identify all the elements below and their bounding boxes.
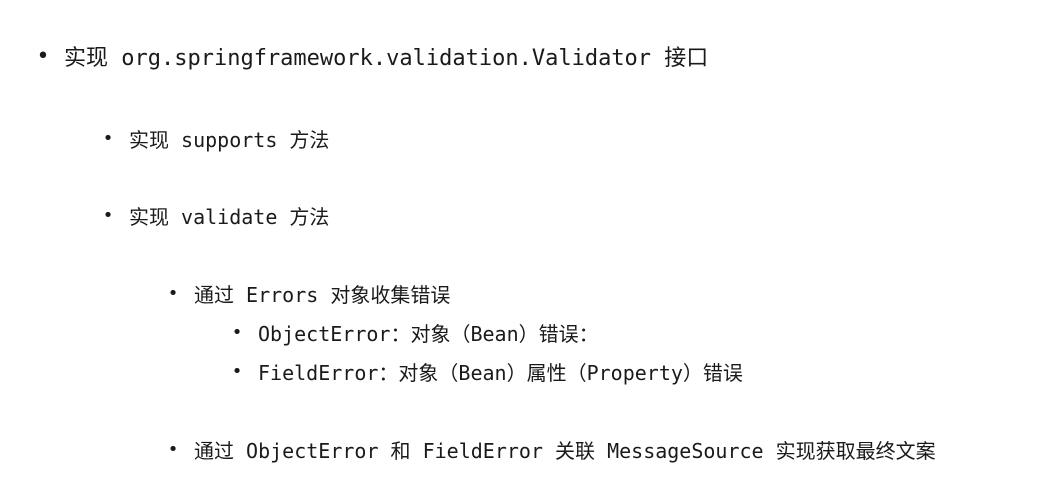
- bullet-icon: •: [167, 283, 179, 304]
- list-item-text: ObjectError：对象（Bean）错误：: [258, 322, 599, 346]
- list-item-text: 实现 validate 方法: [129, 205, 330, 229]
- list-item-text: 通过 Errors 对象收集错误: [194, 283, 451, 307]
- list-item-errors-object: • 通过 Errors 对象收集错误: [160, 279, 451, 308]
- list-item-text: FieldError：对象（Bean）属性（Property）错误: [258, 361, 743, 385]
- list-item-field-error: • FieldError：对象（Bean）属性（Property）错误: [224, 357, 743, 386]
- bullet-icon: •: [231, 361, 243, 382]
- list-item-message-source: • 通过 ObjectError 和 FieldError 关联 Message…: [160, 435, 936, 464]
- bullet-icon: •: [102, 128, 114, 149]
- list-item-validate-method: • 实现 validate 方法: [95, 201, 330, 230]
- bullet-icon: •: [231, 322, 243, 343]
- list-item-text: 实现 org.springframework.validation.Valida…: [64, 46, 709, 71]
- bullet-icon: •: [102, 205, 114, 226]
- list-item-validator-interface: • 实现 org.springframework.validation.Vali…: [30, 40, 709, 72]
- list-item-text: 实现 supports 方法: [129, 128, 330, 152]
- list-item-text: 通过 ObjectError 和 FieldError 关联 MessageSo…: [194, 439, 936, 463]
- list-item-supports-method: • 实现 supports 方法: [95, 124, 330, 153]
- bullet-icon: •: [167, 439, 179, 460]
- bullet-icon: •: [36, 43, 50, 69]
- list-item-object-error: • ObjectError：对象（Bean）错误：: [224, 318, 599, 347]
